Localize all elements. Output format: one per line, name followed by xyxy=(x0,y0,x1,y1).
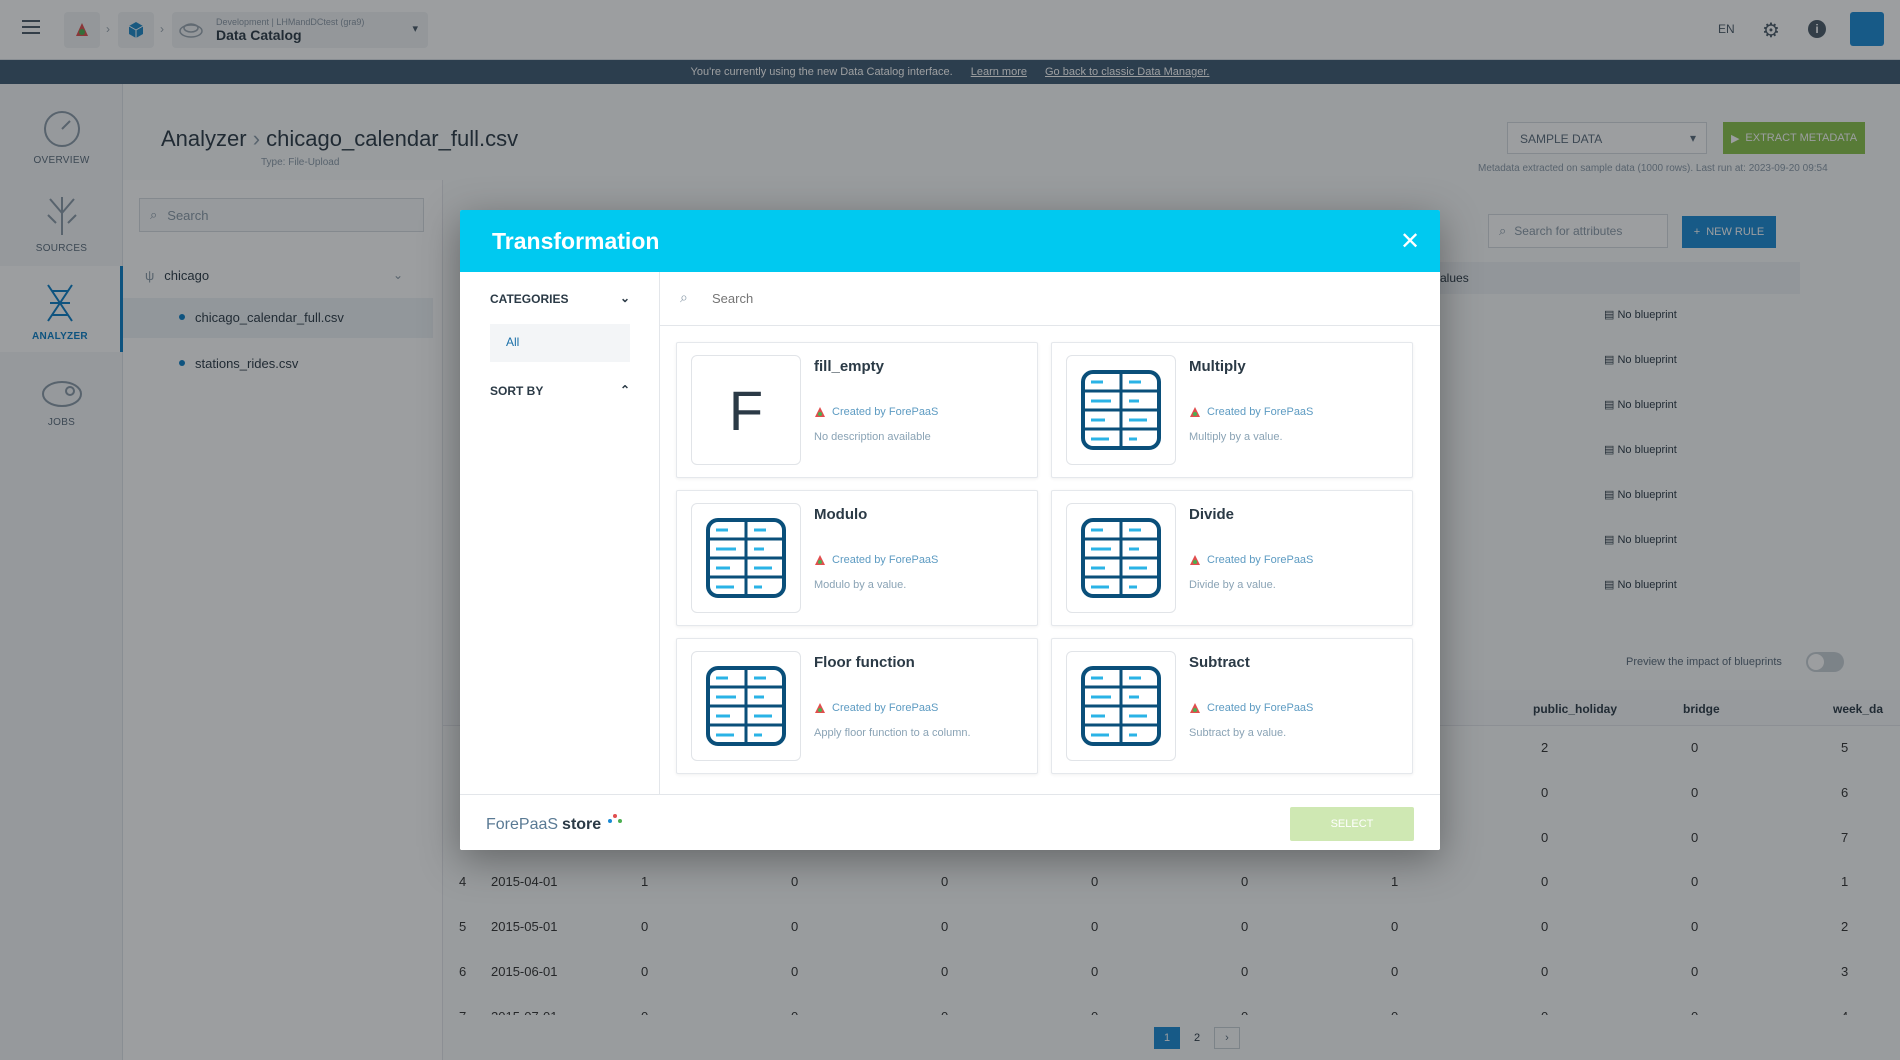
forepaas-logo-icon xyxy=(815,407,825,417)
categories-toggle[interactable]: CATEGORIES ⌄ xyxy=(490,291,630,306)
card-description: Apply floor function to a column. xyxy=(814,727,971,739)
search-icon: ⌕ xyxy=(680,289,688,305)
card-title: fill_empty xyxy=(814,358,885,375)
modal-footer: ForePaaS store SELECT xyxy=(460,794,1440,850)
card-description: No description available xyxy=(814,431,931,443)
store-sparkle-icon xyxy=(608,814,623,823)
card-title: Modulo xyxy=(814,506,868,523)
card-thumbnail xyxy=(691,651,801,761)
chevron-down-icon: ⌄ xyxy=(619,291,630,305)
card-title: Multiply xyxy=(1189,358,1246,375)
card-title: Floor function xyxy=(814,654,915,671)
store-brand: ForePaaS xyxy=(486,816,559,833)
card-author-label: Created by ForePaaS xyxy=(832,702,939,714)
category-all[interactable]: All xyxy=(490,324,630,362)
forepaas-logo-icon xyxy=(1190,407,1200,417)
table-icon xyxy=(1081,518,1161,598)
card-author: Created by ForePaaS xyxy=(814,554,938,566)
table-icon xyxy=(1081,370,1161,450)
card-thumbnail xyxy=(1066,503,1176,613)
close-icon[interactable]: ✕ xyxy=(1395,226,1425,256)
card-author: Created by ForePaaS xyxy=(814,702,938,714)
card-author-label: Created by ForePaaS xyxy=(1207,554,1314,566)
categories-label: CATEGORIES xyxy=(490,292,569,306)
table-icon xyxy=(706,666,786,746)
card-title: Divide xyxy=(1189,506,1235,523)
card-thumbnail xyxy=(691,503,801,613)
card-author-label: Created by ForePaaS xyxy=(832,554,939,566)
transformation-modal: Transformation ✕ CATEGORIES ⌄ All SORT B… xyxy=(460,210,1440,850)
forepaas-logo-icon xyxy=(815,703,825,713)
card-thumbnail: F xyxy=(691,355,801,465)
card-author-label: Created by ForePaaS xyxy=(1207,406,1314,418)
card-description: Modulo by a value. xyxy=(814,579,907,591)
forepaas-store-logo: ForePaaS store xyxy=(486,813,623,834)
card-thumbnail xyxy=(1066,355,1176,465)
card-thumbnail xyxy=(1066,651,1176,761)
card-description: Multiply by a value. xyxy=(1189,431,1283,443)
modal-search-input[interactable] xyxy=(712,286,1312,310)
transformation-card[interactable]: F fill_empty Created by ForePaaS No desc… xyxy=(676,342,1038,478)
card-author: Created by ForePaaS xyxy=(814,406,938,418)
select-button[interactable]: SELECT xyxy=(1290,807,1414,841)
sort-by-toggle[interactable]: SORT BY ⌃ xyxy=(490,383,630,398)
card-description: Subtract by a value. xyxy=(1189,727,1287,739)
card-author-label: Created by ForePaaS xyxy=(832,406,939,418)
forepaas-logo-icon xyxy=(1190,703,1200,713)
table-icon xyxy=(1081,666,1161,746)
forepaas-logo-icon xyxy=(815,555,825,565)
card-title: Subtract xyxy=(1189,654,1250,671)
table-icon xyxy=(706,518,786,598)
store-word: store xyxy=(562,816,602,833)
modal-search-bar: ⌕ xyxy=(660,272,1440,326)
transformation-card[interactable]: Modulo Created by ForePaaS Modulo by a v… xyxy=(676,490,1038,626)
modal-header: Transformation ✕ xyxy=(460,210,1440,272)
sort-by-label: SORT BY xyxy=(490,384,544,398)
transformation-card[interactable]: Multiply Created by ForePaaS Multiply by… xyxy=(1051,342,1413,478)
chevron-up-icon: ⌃ xyxy=(619,383,630,397)
forepaas-logo-icon xyxy=(1190,555,1200,565)
transformation-grid-area: ⌕ F fill_empty Created by ForePaaS No de… xyxy=(660,272,1440,794)
transformation-card[interactable]: Divide Created by ForePaaS Divide by a v… xyxy=(1051,490,1413,626)
categories-panel: CATEGORIES ⌄ All SORT BY ⌃ xyxy=(460,272,660,794)
card-description: Divide by a value. xyxy=(1189,579,1276,591)
transformation-card[interactable]: Floor function Created by ForePaaS Apply… xyxy=(676,638,1038,774)
card-author: Created by ForePaaS xyxy=(1189,554,1313,566)
card-letter-thumb: F xyxy=(728,378,764,442)
modal-title: Transformation xyxy=(492,228,660,254)
transformation-card[interactable]: Subtract Created by ForePaaS Subtract by… xyxy=(1051,638,1413,774)
card-author: Created by ForePaaS xyxy=(1189,702,1313,714)
card-author: Created by ForePaaS xyxy=(1189,406,1313,418)
card-author-label: Created by ForePaaS xyxy=(1207,702,1314,714)
